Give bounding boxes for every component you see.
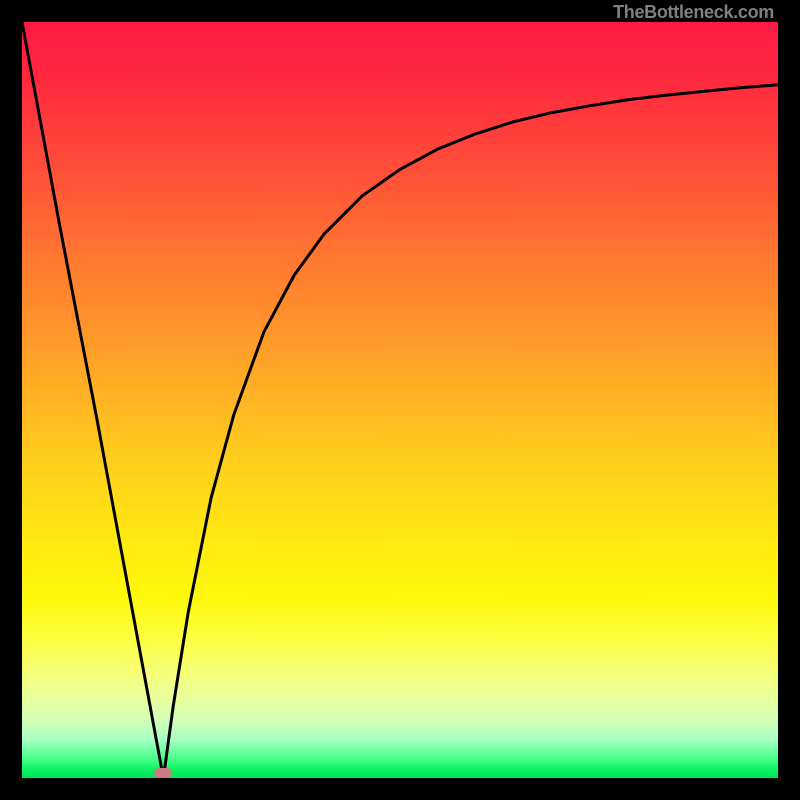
- curve-left: [22, 22, 163, 778]
- min-marker: [154, 768, 172, 778]
- curve-right: [163, 85, 778, 778]
- curve-layer: [22, 22, 778, 778]
- plot-area: [22, 22, 778, 778]
- chart-frame: TheBottleneck.com: [0, 0, 800, 800]
- attribution-text: TheBottleneck.com: [613, 2, 774, 23]
